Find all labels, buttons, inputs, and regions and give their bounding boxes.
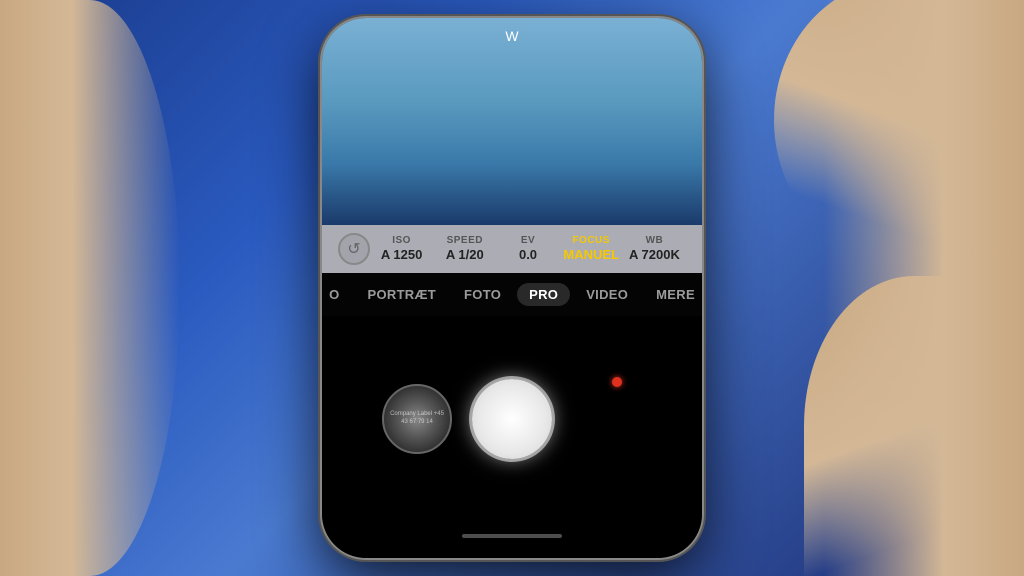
mode-mere[interactable]: MERE (644, 283, 702, 306)
camera-view: Company Label +45 43 67 79 14 (322, 316, 702, 523)
mode-bar: O PORTRÆT FOTO PRO VIDEO MERE (322, 273, 702, 316)
speed-label: SPEED (447, 235, 483, 246)
mode-portraet[interactable]: PORTRÆT (356, 283, 449, 306)
viewfinder: W (322, 18, 702, 225)
thumbnail-text: Company Label +45 43 67 79 14 (384, 407, 450, 431)
phone-body: W ↺ ISO A 1250 SPEED A 1/20 EV 0.0 FOCUS… (322, 18, 702, 558)
mode-o[interactable]: O (322, 283, 352, 306)
compass-indicator: W (505, 28, 518, 44)
photo-thumbnail[interactable]: Company Label +45 43 67 79 14 (382, 384, 452, 454)
mode-pro[interactable]: PRO (517, 283, 570, 306)
ev-control[interactable]: EV 0.0 (496, 235, 559, 262)
focus-control[interactable]: FOCUS MANUEL (560, 235, 623, 262)
iso-value: A 1250 (381, 247, 422, 262)
speed-value: A 1/20 (446, 247, 484, 262)
iso-label: ISO (392, 235, 411, 246)
focus-value: MANUEL (563, 247, 619, 262)
speed-control[interactable]: SPEED A 1/20 (433, 235, 496, 262)
focus-label: FOCUS (572, 235, 610, 246)
hand-left (0, 0, 180, 576)
recording-indicator (612, 377, 622, 387)
hand-right (824, 0, 1024, 576)
swipe-indicator (462, 534, 562, 538)
reset-button[interactable]: ↺ (338, 233, 370, 265)
bottom-bar (322, 522, 702, 558)
ev-value: 0.0 (519, 247, 537, 262)
phone-screen: W ↺ ISO A 1250 SPEED A 1/20 EV 0.0 FOCUS… (322, 18, 702, 558)
mode-foto[interactable]: FOTO (452, 283, 513, 306)
iso-control[interactable]: ISO A 1250 (370, 235, 433, 262)
wb-label: WB (646, 235, 664, 246)
controls-bar: ↺ ISO A 1250 SPEED A 1/20 EV 0.0 FOCUS M… (322, 225, 702, 273)
wb-control[interactable]: WB A 7200K (623, 235, 686, 262)
shutter-button[interactable] (472, 379, 552, 459)
mode-video[interactable]: VIDEO (574, 283, 640, 306)
ev-label: EV (521, 235, 535, 246)
wb-value: A 7200K (629, 247, 680, 262)
